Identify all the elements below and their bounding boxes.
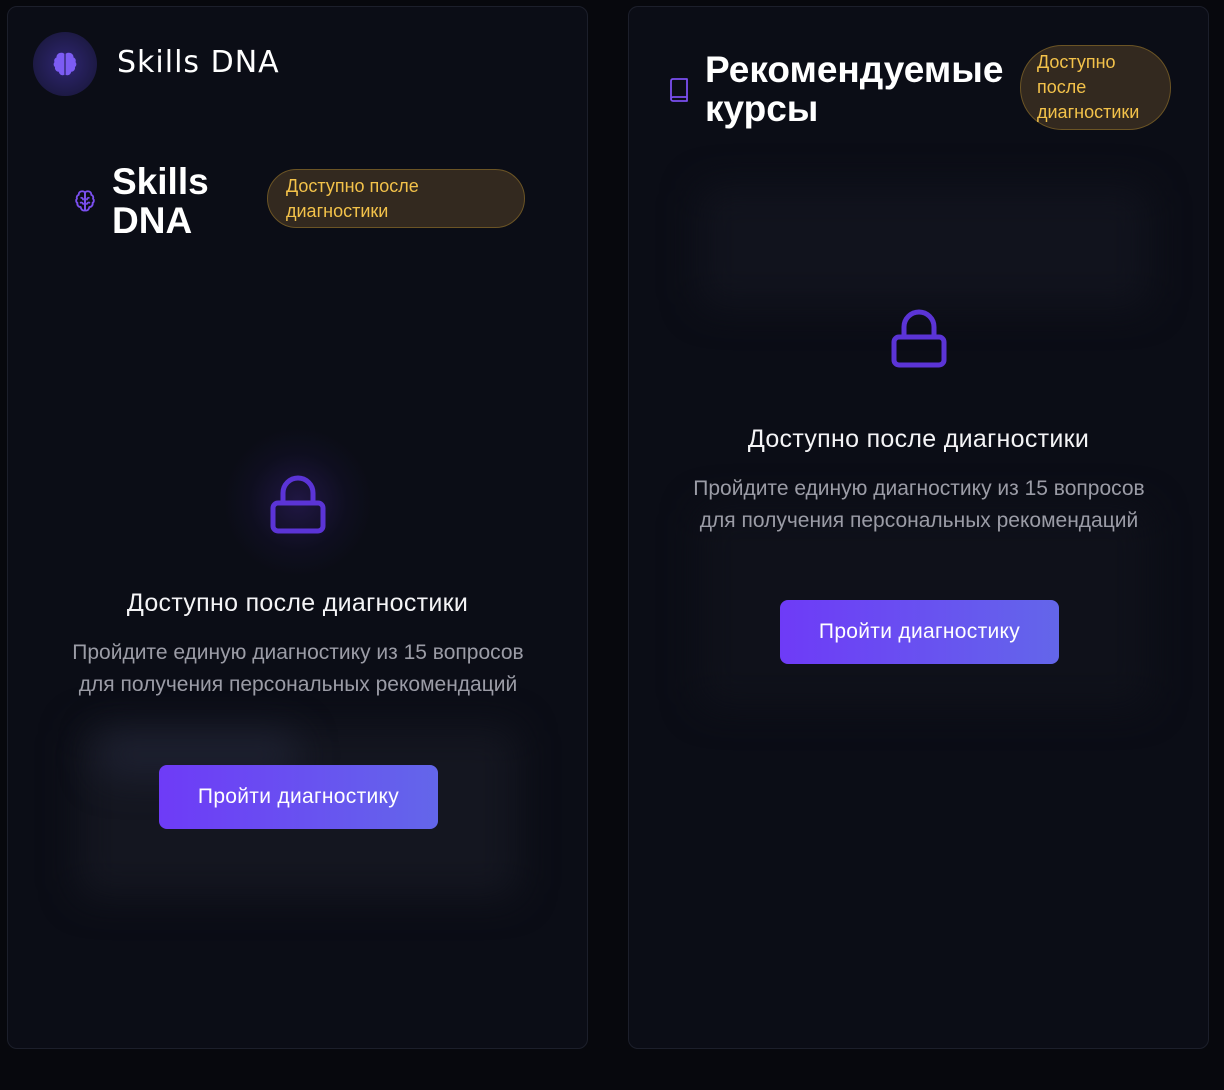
brand-name: Skills DNA: [117, 45, 280, 80]
start-diagnostics-button[interactable]: Пройти диагностику: [159, 765, 438, 829]
recommended-courses-card: Рекомендуемые курсы Доступно после диагн…: [628, 6, 1209, 1049]
app-logo[interactable]: [33, 32, 97, 96]
recommended-courses-title: Рекомендуемые курсы: [705, 49, 1004, 129]
locked-description: Пройдите единую диагностику из 15 вопрос…: [72, 641, 524, 696]
book-icon: [667, 77, 691, 103]
blurred-preview: [699, 187, 1149, 307]
lock-icon: [270, 475, 326, 534]
status-badge: Доступно после диагностики: [1020, 45, 1171, 130]
status-badge: Доступно после диагностики: [267, 169, 525, 228]
locked-title: Доступно после диагностики: [126, 589, 469, 617]
brain-icon: [53, 52, 77, 76]
start-diagnostics-button[interactable]: Пройти диагностику: [780, 600, 1059, 664]
brain-outline-icon: [71, 188, 99, 214]
skills-dna-title: Skills DNA: [112, 161, 209, 241]
recommended-courses-header: Рекомендуемые курсы: [667, 50, 1025, 128]
skills-dna-header: Skills DNA: [71, 162, 232, 240]
skills-dna-card: Skills DNA Skills DNA Доступно после диа…: [7, 6, 588, 1049]
locked-title: Доступно после диагностики: [747, 425, 1090, 453]
locked-description: Пройдите единую диагностику из 15 вопрос…: [693, 477, 1145, 532]
lock-icon: [891, 309, 947, 368]
